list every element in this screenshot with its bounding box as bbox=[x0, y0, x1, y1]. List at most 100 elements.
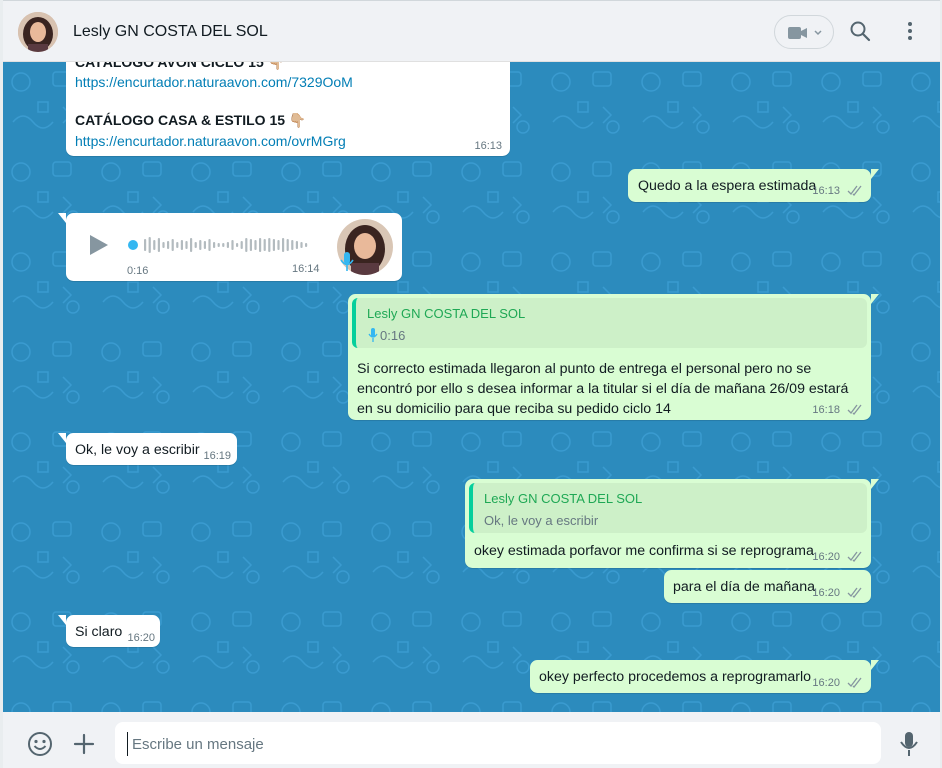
message-meta: 16:20 bbox=[812, 587, 863, 599]
waveform-bar bbox=[300, 242, 303, 248]
waveform-bar bbox=[282, 238, 285, 252]
waveform-bar bbox=[208, 239, 211, 251]
message-outgoing[interactable]: para el día de mañana 16:20 bbox=[664, 570, 871, 603]
play-icon[interactable] bbox=[88, 233, 110, 257]
quoted-author: Lesly GN COSTA DEL SOL bbox=[367, 306, 526, 321]
waveform-bar bbox=[254, 240, 257, 250]
message-input[interactable] bbox=[127, 732, 874, 756]
message-text: para el día de mañana bbox=[673, 579, 815, 595]
waveform-bar bbox=[190, 238, 193, 252]
voice-waveform[interactable] bbox=[128, 235, 318, 255]
message-text: okey perfecto procedemos a reprogramarlo bbox=[539, 669, 812, 685]
emoji-icon[interactable] bbox=[27, 731, 53, 757]
waveform-bar bbox=[236, 243, 239, 247]
message-incoming[interactable]: Si claro 16:20 bbox=[58, 615, 160, 647]
catalog-title-casa: CATÁLOGO CASA & ESTILO 15 👇🏼 bbox=[75, 112, 307, 128]
bubble-tail bbox=[58, 213, 66, 223]
catalog-link-avon[interactable]: https://encurtador.naturaavon.com/7329Oo… bbox=[75, 74, 353, 90]
search-icon[interactable] bbox=[848, 19, 872, 43]
waveform-bar bbox=[222, 243, 225, 247]
waveform-bar bbox=[259, 238, 262, 252]
waveform-bar bbox=[144, 239, 147, 251]
waveform-bar bbox=[176, 242, 179, 248]
message-outgoing[interactable]: Quedo a la espera estimada 16:13 bbox=[628, 169, 879, 202]
waveform-bar bbox=[171, 239, 174, 251]
message-line: encontró por ello s desea informar a la … bbox=[357, 381, 849, 397]
message-list[interactable]: CATÁLOGO AVON CICLO 15 👇🏼 https://encurt… bbox=[3, 62, 940, 712]
quoted-text: Ok, le voy a escribir bbox=[484, 513, 599, 528]
microphone-icon bbox=[368, 328, 378, 342]
double-check-icon bbox=[847, 587, 862, 598]
waveform-bar bbox=[157, 238, 160, 252]
quoted-text: 0:16 bbox=[380, 328, 406, 343]
double-check-icon bbox=[847, 677, 862, 688]
more-vertical-icon[interactable] bbox=[898, 19, 922, 43]
message-time: 16:20 bbox=[812, 587, 840, 599]
message-outgoing-reply[interactable]: Lesly GN COSTA DEL SOL Ok, le voy a escr… bbox=[465, 479, 879, 568]
bubble-tail bbox=[871, 169, 879, 179]
quoted-message[interactable]: Lesly GN COSTA DEL SOL Ok, le voy a escr… bbox=[469, 483, 867, 533]
waveform-bar bbox=[291, 240, 294, 250]
waveform-bar bbox=[199, 240, 202, 250]
bubble-tail bbox=[58, 615, 66, 625]
bubble-tail bbox=[871, 479, 879, 489]
contact-avatar[interactable] bbox=[18, 12, 58, 52]
message-incoming-catalog[interactable]: CATÁLOGO AVON CICLO 15 👇🏼 https://encurt… bbox=[66, 62, 510, 156]
message-text: Ok, le voy a escribir bbox=[75, 442, 200, 458]
microphone-icon bbox=[340, 252, 354, 271]
message-meta: 16:13 bbox=[812, 185, 863, 197]
waveform-bar bbox=[240, 241, 243, 249]
message-outgoing-reply[interactable]: Lesly GN COSTA DEL SOL 0:16 Si correcto … bbox=[348, 294, 879, 420]
message-time: 16:20 bbox=[127, 632, 155, 644]
video-call-button[interactable] bbox=[774, 15, 834, 49]
waveform-bar bbox=[249, 239, 252, 251]
waveform-bar bbox=[272, 239, 275, 251]
waveform-bar bbox=[245, 238, 248, 252]
message-text: Si claro bbox=[75, 624, 123, 640]
message-meta: 16:20 bbox=[812, 551, 863, 563]
plus-icon[interactable] bbox=[72, 732, 96, 756]
quoted-message[interactable]: Lesly GN COSTA DEL SOL 0:16 bbox=[352, 298, 867, 348]
message-time: 16:13 bbox=[474, 140, 502, 152]
bubble-tail bbox=[871, 660, 879, 670]
waveform-bar bbox=[226, 242, 229, 248]
catalog-link-casa[interactable]: https://encurtador.naturaavon.com/ovrMGr… bbox=[75, 133, 346, 149]
message-text: okey estimada porfavor me confirma si se… bbox=[474, 543, 814, 559]
waveform-bar bbox=[148, 237, 151, 253]
microphone-icon[interactable] bbox=[899, 730, 919, 758]
message-time: 16:19 bbox=[203, 450, 231, 462]
message-time: 16:18 bbox=[812, 404, 840, 416]
waveform-bar bbox=[286, 239, 289, 251]
waveform-bar bbox=[185, 241, 188, 249]
waveform-bar bbox=[213, 242, 216, 248]
message-incoming-voice-note[interactable]: 0:16 16:14 bbox=[58, 213, 402, 281]
video-camera-icon bbox=[788, 27, 822, 39]
message-time: 16:20 bbox=[812, 551, 840, 563]
message-incoming[interactable]: Ok, le voy a escribir 16:19 bbox=[58, 433, 237, 465]
chat-header: Lesly GN COSTA DEL SOL bbox=[3, 0, 940, 62]
message-time: 16:20 bbox=[812, 677, 840, 689]
bubble-tail bbox=[871, 294, 879, 304]
message-text: Quedo a la espera estimada bbox=[638, 178, 817, 194]
waveform-bar bbox=[217, 243, 220, 247]
message-outgoing[interactable]: okey perfecto procedemos a reprogramarlo… bbox=[530, 660, 879, 693]
double-check-icon bbox=[847, 185, 862, 196]
contact-name[interactable]: Lesly GN COSTA DEL SOL bbox=[73, 23, 268, 41]
waveform-bar bbox=[180, 240, 183, 250]
message-line: Si correcto estimada llegaron al punto d… bbox=[357, 361, 812, 377]
waveform-bar bbox=[295, 241, 298, 249]
voice-duration: 0:16 bbox=[127, 265, 149, 277]
compose-bar bbox=[3, 712, 940, 768]
voice-progress-dot[interactable] bbox=[128, 240, 138, 250]
waveform-bar bbox=[263, 239, 266, 251]
waveform-bar bbox=[194, 242, 197, 248]
double-check-icon bbox=[847, 404, 862, 415]
message-meta: 16:18 bbox=[812, 404, 863, 416]
chat-window: Lesly GN COSTA DEL SOL CATÁLOGO AVON CIC… bbox=[3, 0, 940, 768]
message-time: 16:13 bbox=[812, 185, 840, 197]
bubble-tail bbox=[58, 433, 66, 443]
waveform-bar bbox=[162, 242, 165, 248]
message-meta: 16:20 bbox=[812, 677, 863, 689]
waveform-bar bbox=[153, 240, 156, 250]
quoted-author: Lesly GN COSTA DEL SOL bbox=[484, 491, 643, 506]
